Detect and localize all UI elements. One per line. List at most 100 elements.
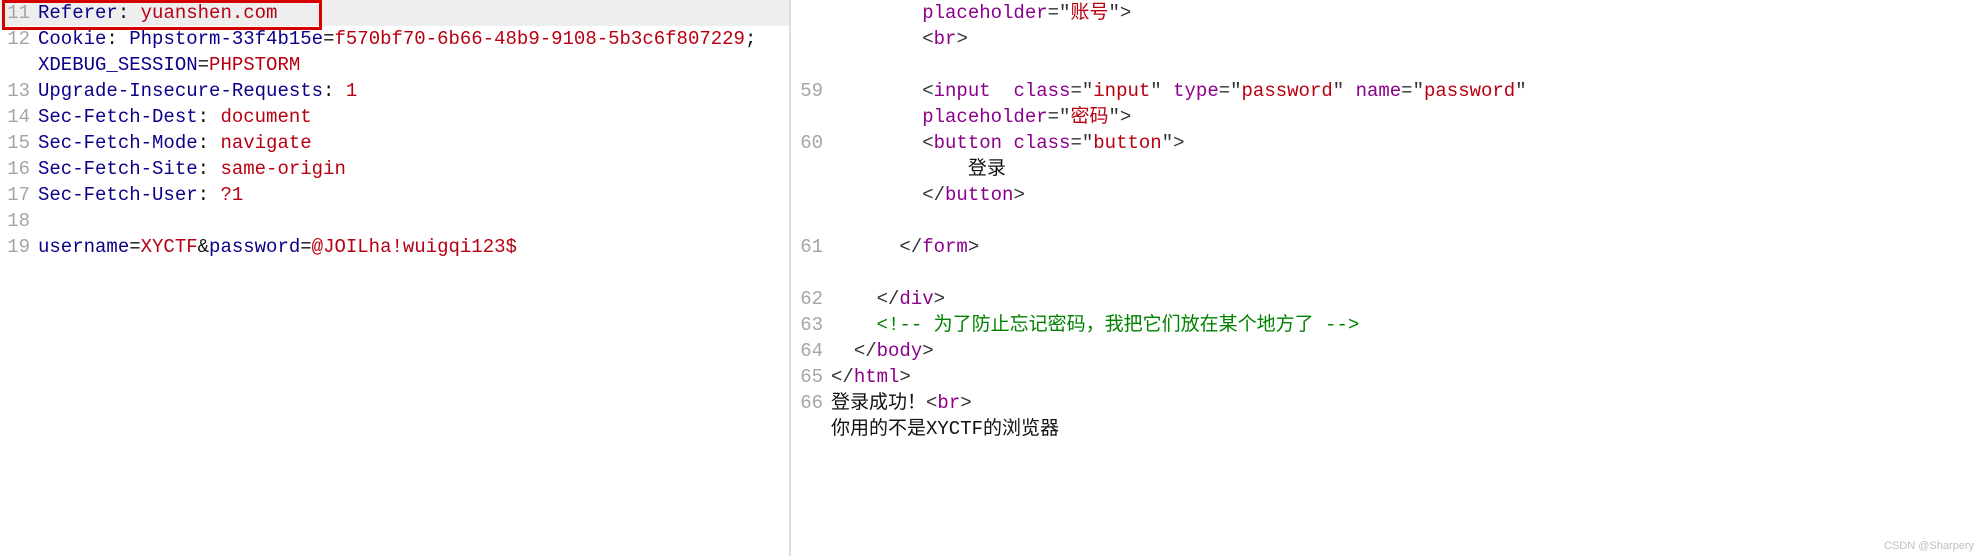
code-content[interactable]: Cookie: Phpstorm-33f4b15e=f570bf70-6b66-… bbox=[34, 26, 789, 52]
code-line[interactable]: 13Upgrade-Insecure-Requests: 1 bbox=[0, 78, 789, 104]
code-line[interactable]: 64 </body> bbox=[791, 338, 1982, 364]
code-content[interactable]: </button> bbox=[827, 182, 1982, 208]
code-token: Cookie bbox=[38, 28, 106, 50]
code-token: =" bbox=[1401, 80, 1424, 102]
right-code-area[interactable]: placeholder="账号"> <br> 59 <input class="… bbox=[791, 0, 1982, 556]
line-number: 18 bbox=[0, 208, 34, 234]
code-line[interactable]: placeholder="账号"> bbox=[791, 0, 1982, 26]
code-line[interactable]: 17Sec-Fetch-User: ?1 bbox=[0, 182, 789, 208]
code-line[interactable]: 62 </div> bbox=[791, 286, 1982, 312]
code-line[interactable]: 15Sec-Fetch-Mode: navigate bbox=[0, 130, 789, 156]
code-token: =" bbox=[1219, 80, 1242, 102]
code-token: placeholder bbox=[922, 2, 1047, 24]
code-line[interactable]: 12Cookie: Phpstorm-33f4b15e=f570bf70-6b6… bbox=[0, 26, 789, 52]
code-token: : bbox=[198, 158, 221, 180]
code-token: > bbox=[934, 288, 945, 310]
code-token bbox=[922, 210, 933, 232]
code-line[interactable]: 14Sec-Fetch-Dest: document bbox=[0, 104, 789, 130]
code-token: : bbox=[198, 106, 221, 128]
code-line[interactable]: 65</html> bbox=[791, 364, 1982, 390]
code-content[interactable] bbox=[827, 208, 1982, 234]
code-content[interactable]: </form> bbox=[827, 234, 1982, 260]
code-line[interactable]: <br> bbox=[791, 26, 1982, 52]
code-content[interactable]: <!-- 为了防止忘记密码，我把它们放在某个地方了 --> bbox=[827, 312, 1982, 338]
code-token: : bbox=[118, 2, 141, 24]
code-content[interactable]: <br> bbox=[827, 26, 1982, 52]
code-content[interactable]: Sec-Fetch-Site: same-origin bbox=[34, 156, 789, 182]
code-token: 你用的不是XYCTF的浏览器 bbox=[831, 418, 1059, 440]
code-line[interactable]: 61 </form> bbox=[791, 234, 1982, 260]
code-token: =" bbox=[1048, 2, 1071, 24]
left-code-area[interactable]: 11Referer: yuanshen.com12Cookie: Phpstor… bbox=[0, 0, 789, 556]
code-line[interactable]: 11Referer: yuanshen.com bbox=[0, 0, 789, 26]
code-line[interactable] bbox=[791, 52, 1982, 78]
code-token: name bbox=[1356, 80, 1402, 102]
code-content[interactable]: Sec-Fetch-Mode: navigate bbox=[34, 130, 789, 156]
code-token: =" bbox=[1048, 106, 1071, 128]
code-line[interactable]: 59 <input class="input" type="password" … bbox=[791, 78, 1982, 104]
code-token: username bbox=[38, 236, 129, 258]
code-line[interactable]: 你用的不是XYCTF的浏览器 bbox=[791, 416, 1982, 442]
code-line[interactable]: </button> bbox=[791, 182, 1982, 208]
code-token: br bbox=[934, 28, 957, 50]
code-token: ; bbox=[745, 28, 768, 50]
right-editor-pane[interactable]: placeholder="账号"> <br> 59 <input class="… bbox=[790, 0, 1982, 556]
code-content[interactable]: <input class="input" type="password" nam… bbox=[827, 78, 1982, 104]
code-token: @JOILha!wuigqi123$ bbox=[312, 236, 517, 258]
code-line[interactable]: 18 bbox=[0, 208, 789, 234]
code-token: XYCTF bbox=[141, 236, 198, 258]
code-token: br bbox=[937, 392, 960, 414]
code-content[interactable]: Sec-Fetch-User: ?1 bbox=[34, 182, 789, 208]
code-line[interactable]: 16Sec-Fetch-Site: same-origin bbox=[0, 156, 789, 182]
code-content[interactable]: placeholder="密码"> bbox=[827, 104, 1982, 130]
code-token: navigate bbox=[220, 132, 311, 154]
code-token: div bbox=[899, 288, 933, 310]
code-token: : bbox=[323, 80, 346, 102]
code-line[interactable]: 登录 bbox=[791, 156, 1982, 182]
code-token: button bbox=[934, 132, 1002, 154]
code-token: Sec-Fetch-Site bbox=[38, 158, 198, 180]
code-content[interactable]: XDEBUG_SESSION=PHPSTORM bbox=[34, 52, 789, 78]
code-content[interactable]: Sec-Fetch-Dest: document bbox=[34, 104, 789, 130]
code-line[interactable]: 60 <button class="button"> bbox=[791, 130, 1982, 156]
code-content[interactable]: </body> bbox=[827, 338, 1982, 364]
code-content[interactable]: Referer: yuanshen.com bbox=[34, 0, 789, 26]
line-number: 13 bbox=[0, 78, 34, 104]
code-content[interactable]: </div> bbox=[827, 286, 1982, 312]
code-content[interactable]: Upgrade-Insecure-Requests: 1 bbox=[34, 78, 789, 104]
line-number: 60 bbox=[791, 130, 827, 156]
code-content[interactable]: <button class="button"> bbox=[827, 130, 1982, 156]
line-number: 11 bbox=[0, 0, 34, 26]
code-token: 账号 bbox=[1070, 2, 1108, 24]
code-content[interactable]: 登录 bbox=[827, 156, 1982, 182]
code-line[interactable]: 19username=XYCTF&password=@JOILha!wuigqi… bbox=[0, 234, 789, 260]
code-token: " bbox=[1150, 80, 1173, 102]
code-token: password bbox=[1242, 80, 1333, 102]
code-token: = bbox=[323, 28, 334, 50]
code-line[interactable]: placeholder="密码"> bbox=[791, 104, 1982, 130]
code-token: 登录 bbox=[922, 158, 1006, 180]
code-token: < bbox=[926, 392, 937, 414]
code-content[interactable]: </html> bbox=[827, 364, 1982, 390]
code-token: " bbox=[1515, 80, 1526, 102]
code-content[interactable]: placeholder="账号"> bbox=[827, 0, 1982, 26]
code-content[interactable] bbox=[827, 52, 1982, 78]
code-token: </ bbox=[877, 288, 900, 310]
code-token: input bbox=[1093, 80, 1150, 102]
left-editor-pane[interactable]: 11Referer: yuanshen.com12Cookie: Phpstor… bbox=[0, 0, 790, 556]
code-line[interactable] bbox=[791, 208, 1982, 234]
code-line[interactable]: XDEBUG_SESSION=PHPSTORM bbox=[0, 52, 789, 78]
code-token: same-origin bbox=[220, 158, 345, 180]
code-content[interactable]: 登录成功！<br> bbox=[827, 390, 1982, 416]
code-token: </ bbox=[877, 236, 923, 258]
code-content[interactable]: username=XYCTF&password=@JOILha!wuigqi12… bbox=[34, 234, 789, 260]
line-number: 59 bbox=[791, 78, 827, 104]
code-token: =" bbox=[1070, 80, 1093, 102]
code-line[interactable]: 63 <!-- 为了防止忘记密码，我把它们放在某个地方了 --> bbox=[791, 312, 1982, 338]
code-line[interactable] bbox=[791, 260, 1982, 286]
code-token: = bbox=[129, 236, 140, 258]
code-line[interactable]: 66登录成功！<br> bbox=[791, 390, 1982, 416]
code-content[interactable] bbox=[827, 260, 1982, 286]
line-number: 14 bbox=[0, 104, 34, 130]
code-content[interactable]: 你用的不是XYCTF的浏览器 bbox=[827, 416, 1982, 442]
